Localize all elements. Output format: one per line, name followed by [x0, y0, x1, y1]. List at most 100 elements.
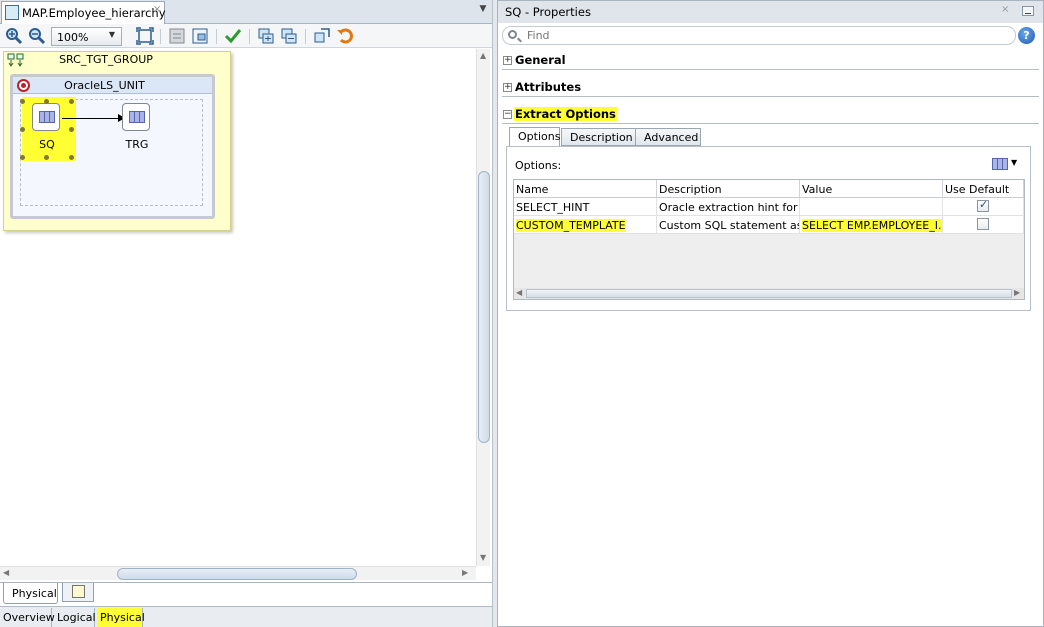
remove-group-icon[interactable]	[280, 27, 298, 45]
column-header-use-default[interactable]: Use Default	[943, 180, 1024, 198]
tab-advanced[interactable]: Advanced	[635, 128, 701, 146]
zoom-in-icon[interactable]	[5, 27, 23, 45]
zoom-value: 100%	[57, 31, 89, 44]
new-diagram-icon	[72, 585, 85, 598]
diagram-tab-strip: Physical	[0, 582, 492, 606]
unit-title: OracleLS_UNIT	[64, 79, 145, 92]
section-general[interactable]: + General	[502, 52, 1039, 70]
minimize-icon[interactable]	[1022, 6, 1034, 16]
unit-header: OracleLS_UNIT	[13, 77, 212, 94]
close-icon[interactable]: ×	[1001, 4, 1009, 15]
scroll-thumb[interactable]	[117, 568, 357, 580]
cell-value-text: SELECT EMP.EMPLOYEE_I...	[802, 219, 942, 232]
datastore-box	[32, 103, 60, 131]
cell-value[interactable]	[800, 198, 943, 216]
fit-icon[interactable]	[136, 27, 154, 45]
column-header-description[interactable]: Description	[657, 180, 800, 198]
table-icon	[992, 158, 1008, 170]
section-attributes[interactable]: + Attributes	[502, 79, 1039, 97]
group-title: SRC_TGT_GROUP	[59, 53, 153, 66]
cell-use-default	[943, 198, 1024, 216]
overview-icon[interactable]	[191, 27, 209, 45]
options-tabs: Options Description Advanced	[509, 127, 1029, 147]
tab-physical[interactable]: Physical	[97, 608, 145, 627]
chevron-down-icon: ▼	[1011, 158, 1018, 167]
cell-name[interactable]: SELECT_HINT	[514, 198, 657, 216]
collapse-icon[interactable]: −	[503, 110, 512, 119]
expand-icon[interactable]: +	[503, 56, 512, 65]
source-node-label: SQ	[39, 138, 55, 151]
layout-icon[interactable]	[168, 27, 186, 45]
properties-panel: SQ - Properties × ? + General + Attribut…	[497, 0, 1044, 627]
section-label: Extract Options	[514, 107, 617, 121]
table-icon	[39, 111, 55, 123]
table-horizontal-scrollbar[interactable]: ◀ ▶	[514, 288, 1024, 299]
resize-handle[interactable]	[69, 155, 74, 160]
resize-handle[interactable]	[69, 99, 74, 104]
close-icon[interactable]: ×	[153, 4, 161, 15]
target-node-label: TRG	[125, 138, 149, 151]
scroll-down-icon[interactable]: ▼	[480, 553, 486, 562]
use-default-checkbox[interactable]	[977, 218, 989, 230]
toolbar-divider	[249, 29, 250, 44]
resize-handle[interactable]	[20, 155, 25, 160]
help-icon[interactable]: ?	[1018, 27, 1035, 44]
refresh-icon[interactable]	[313, 27, 331, 45]
resize-handle[interactable]	[44, 155, 49, 160]
zoom-select[interactable]: 100% ▼	[51, 27, 122, 46]
cell-name-text: CUSTOM_TEMPLATE	[516, 219, 626, 232]
section-label: Attributes	[515, 80, 582, 94]
validate-icon[interactable]	[224, 27, 242, 45]
options-label: Options:	[515, 159, 562, 172]
scroll-right-icon[interactable]: ▶	[1014, 288, 1020, 297]
cell-description[interactable]: Oracle extraction hint for ...	[657, 198, 800, 216]
find-input[interactable]	[527, 28, 1007, 43]
tab-options[interactable]: Options	[509, 127, 560, 147]
scroll-thumb[interactable]	[478, 171, 490, 443]
mapping-editor: MAP.Employee_hierarchy × ▼ 100% ▼ SRC_TG…	[0, 0, 492, 627]
resize-handle[interactable]	[20, 99, 25, 104]
resize-handle[interactable]	[69, 127, 74, 132]
tab-description[interactable]: Description	[561, 128, 636, 146]
chevron-down-icon[interactable]: ▼	[476, 4, 490, 18]
scroll-left-icon[interactable]: ◀	[516, 288, 522, 297]
scroll-left-icon[interactable]: ◀	[3, 568, 9, 577]
find-bar	[502, 26, 1016, 45]
undo-icon[interactable]	[336, 27, 354, 45]
cell-name[interactable]: CUSTOM_TEMPLATE	[514, 216, 657, 234]
add-group-icon[interactable]	[257, 27, 275, 45]
source-node[interactable]: SQ	[32, 103, 62, 153]
cell-description[interactable]: Custom SQL statement as...	[657, 216, 800, 234]
properties-header: SQ - Properties ×	[498, 1, 1043, 23]
expand-icon[interactable]: +	[503, 83, 512, 92]
tab-logical[interactable]: Logical	[54, 608, 96, 627]
options-table: Name Description Value Use Default SELEC…	[513, 179, 1025, 300]
editor-tab-bar: MAP.Employee_hierarchy × ▼	[0, 0, 492, 24]
column-header-name[interactable]: Name	[514, 180, 657, 198]
resize-handle[interactable]	[44, 99, 49, 104]
cell-value[interactable]: SELECT EMP.EMPLOYEE_I...	[800, 216, 943, 234]
view-tab-strip: Overview Logical Physical	[0, 606, 492, 627]
table-config-button[interactable]: ▼	[992, 158, 1019, 171]
diagram-toolbar: 100% ▼	[0, 24, 492, 48]
target-node[interactable]: TRG	[122, 103, 152, 153]
flow-connector[interactable]	[62, 118, 120, 119]
vertical-scrollbar[interactable]: ▲ ▼	[476, 49, 490, 566]
scroll-up-icon[interactable]: ▲	[480, 51, 486, 60]
editor-tab[interactable]: MAP.Employee_hierarchy ×	[1, 1, 166, 24]
tab-physical-diagram[interactable]: Physical	[3, 583, 58, 604]
scroll-thumb[interactable]	[526, 289, 1012, 298]
toolbar-divider	[305, 29, 306, 44]
section-extract-options[interactable]: − Extract Options	[502, 106, 1039, 124]
section-label: General	[515, 53, 566, 67]
cell-use-default	[943, 216, 1024, 234]
use-default-checkbox[interactable]	[977, 198, 989, 212]
chevron-down-icon: ▼	[108, 30, 115, 39]
tab-overview[interactable]: Overview	[0, 608, 55, 627]
horizontal-scrollbar[interactable]: ◀ ▶	[0, 566, 476, 580]
zoom-out-icon[interactable]	[28, 27, 46, 45]
scroll-right-icon[interactable]: ▶	[462, 568, 468, 577]
resize-handle[interactable]	[20, 127, 25, 132]
column-header-value[interactable]: Value	[800, 180, 943, 198]
tab-new-diagram[interactable]	[62, 583, 94, 602]
